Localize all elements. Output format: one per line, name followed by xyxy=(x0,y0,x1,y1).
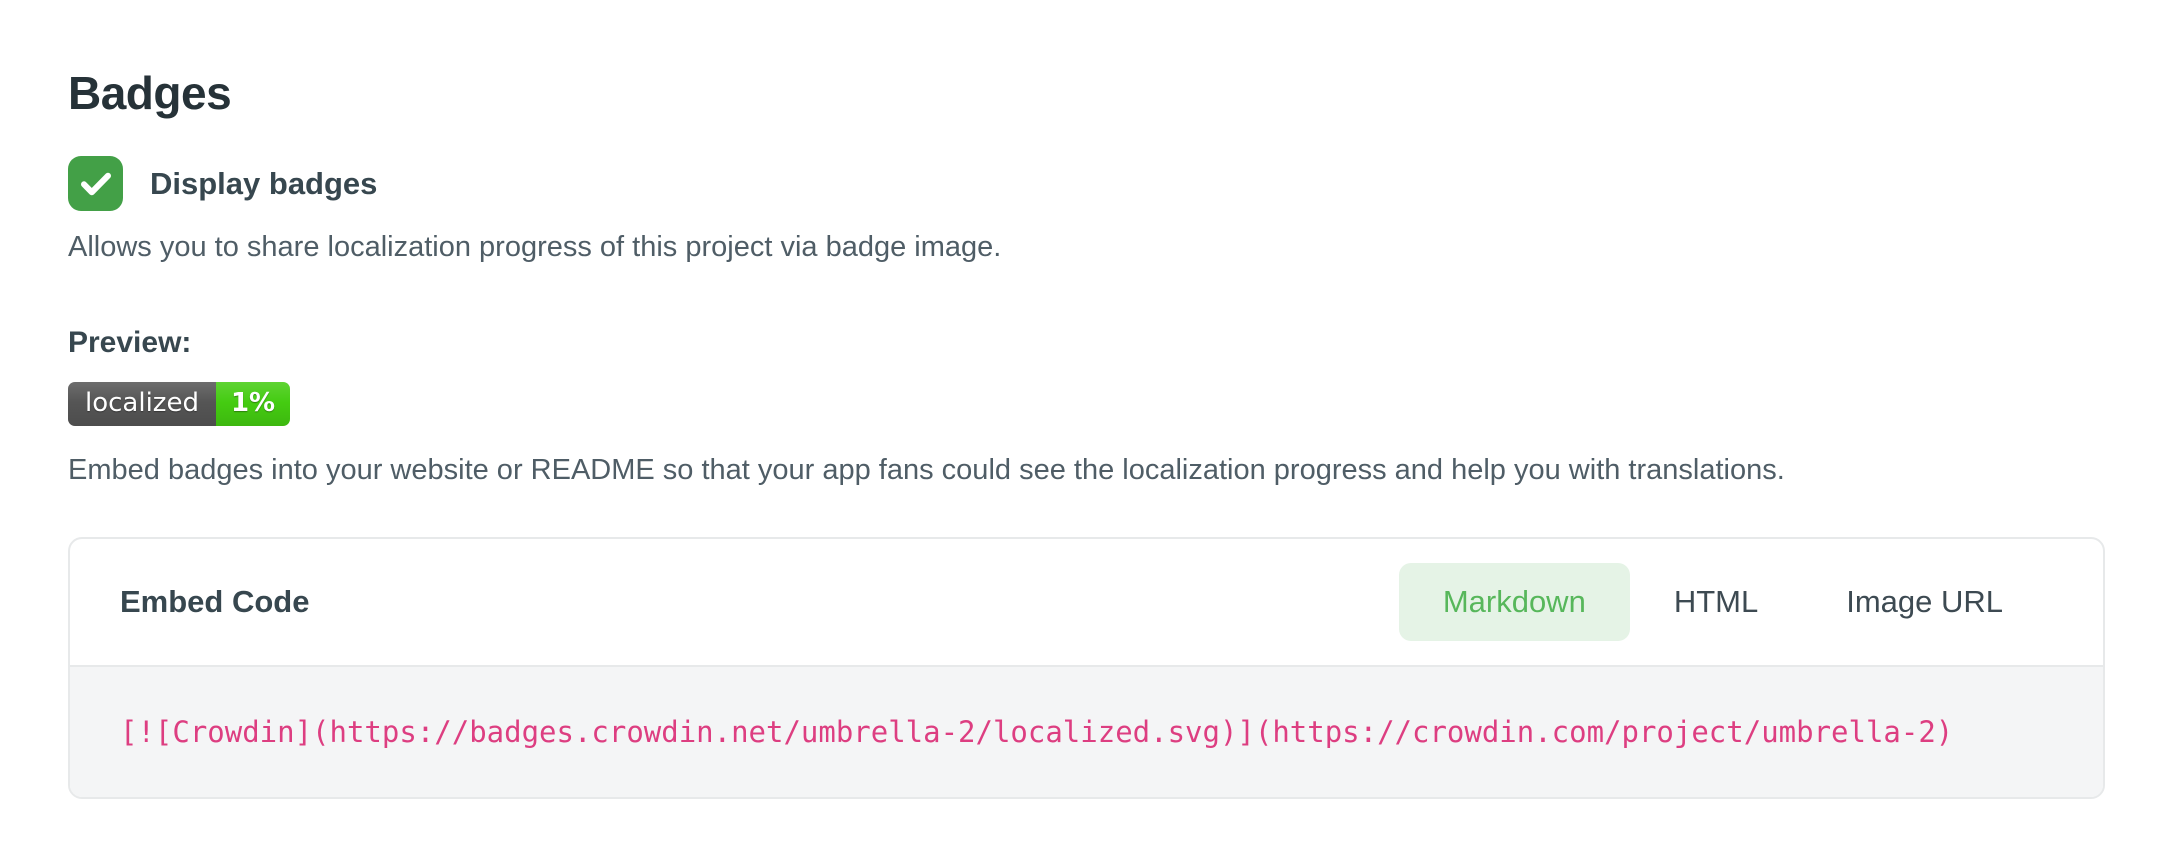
display-badges-checkbox[interactable] xyxy=(68,156,123,211)
localization-badge-preview: localized 1% xyxy=(68,382,290,426)
embed-code-title: Embed Code xyxy=(120,584,309,620)
display-badges-toggle-row: Display badges xyxy=(68,156,2116,211)
preview-label: Preview: xyxy=(68,326,2116,360)
embed-code-card-header: Embed Code Markdown HTML Image URL xyxy=(70,539,2103,665)
embed-code-snippet[interactable]: [![Crowdin](https://badges.crowdin.net/u… xyxy=(120,715,2053,749)
checkmark-icon xyxy=(78,166,114,202)
embed-code-body: [![Crowdin](https://badges.crowdin.net/u… xyxy=(70,665,2103,797)
badges-settings-section: Badges Display badges Allows you to shar… xyxy=(0,0,2184,799)
badge-label-segment: localized xyxy=(68,382,216,426)
tab-markdown[interactable]: Markdown xyxy=(1399,563,1630,641)
badge-value-segment: 1% xyxy=(216,382,290,426)
embed-code-card: Embed Code Markdown HTML Image URL [![Cr… xyxy=(68,537,2105,799)
display-badges-label[interactable]: Display badges xyxy=(150,166,377,202)
tab-image-url[interactable]: Image URL xyxy=(1802,563,2047,641)
embed-format-tabs: Markdown HTML Image URL xyxy=(1399,563,2047,641)
display-badges-description: Allows you to share localization progres… xyxy=(68,231,2116,264)
tab-html[interactable]: HTML xyxy=(1630,563,1802,641)
page-title: Badges xyxy=(68,66,2116,120)
embed-hint-text: Embed badges into your website or README… xyxy=(68,454,2116,487)
